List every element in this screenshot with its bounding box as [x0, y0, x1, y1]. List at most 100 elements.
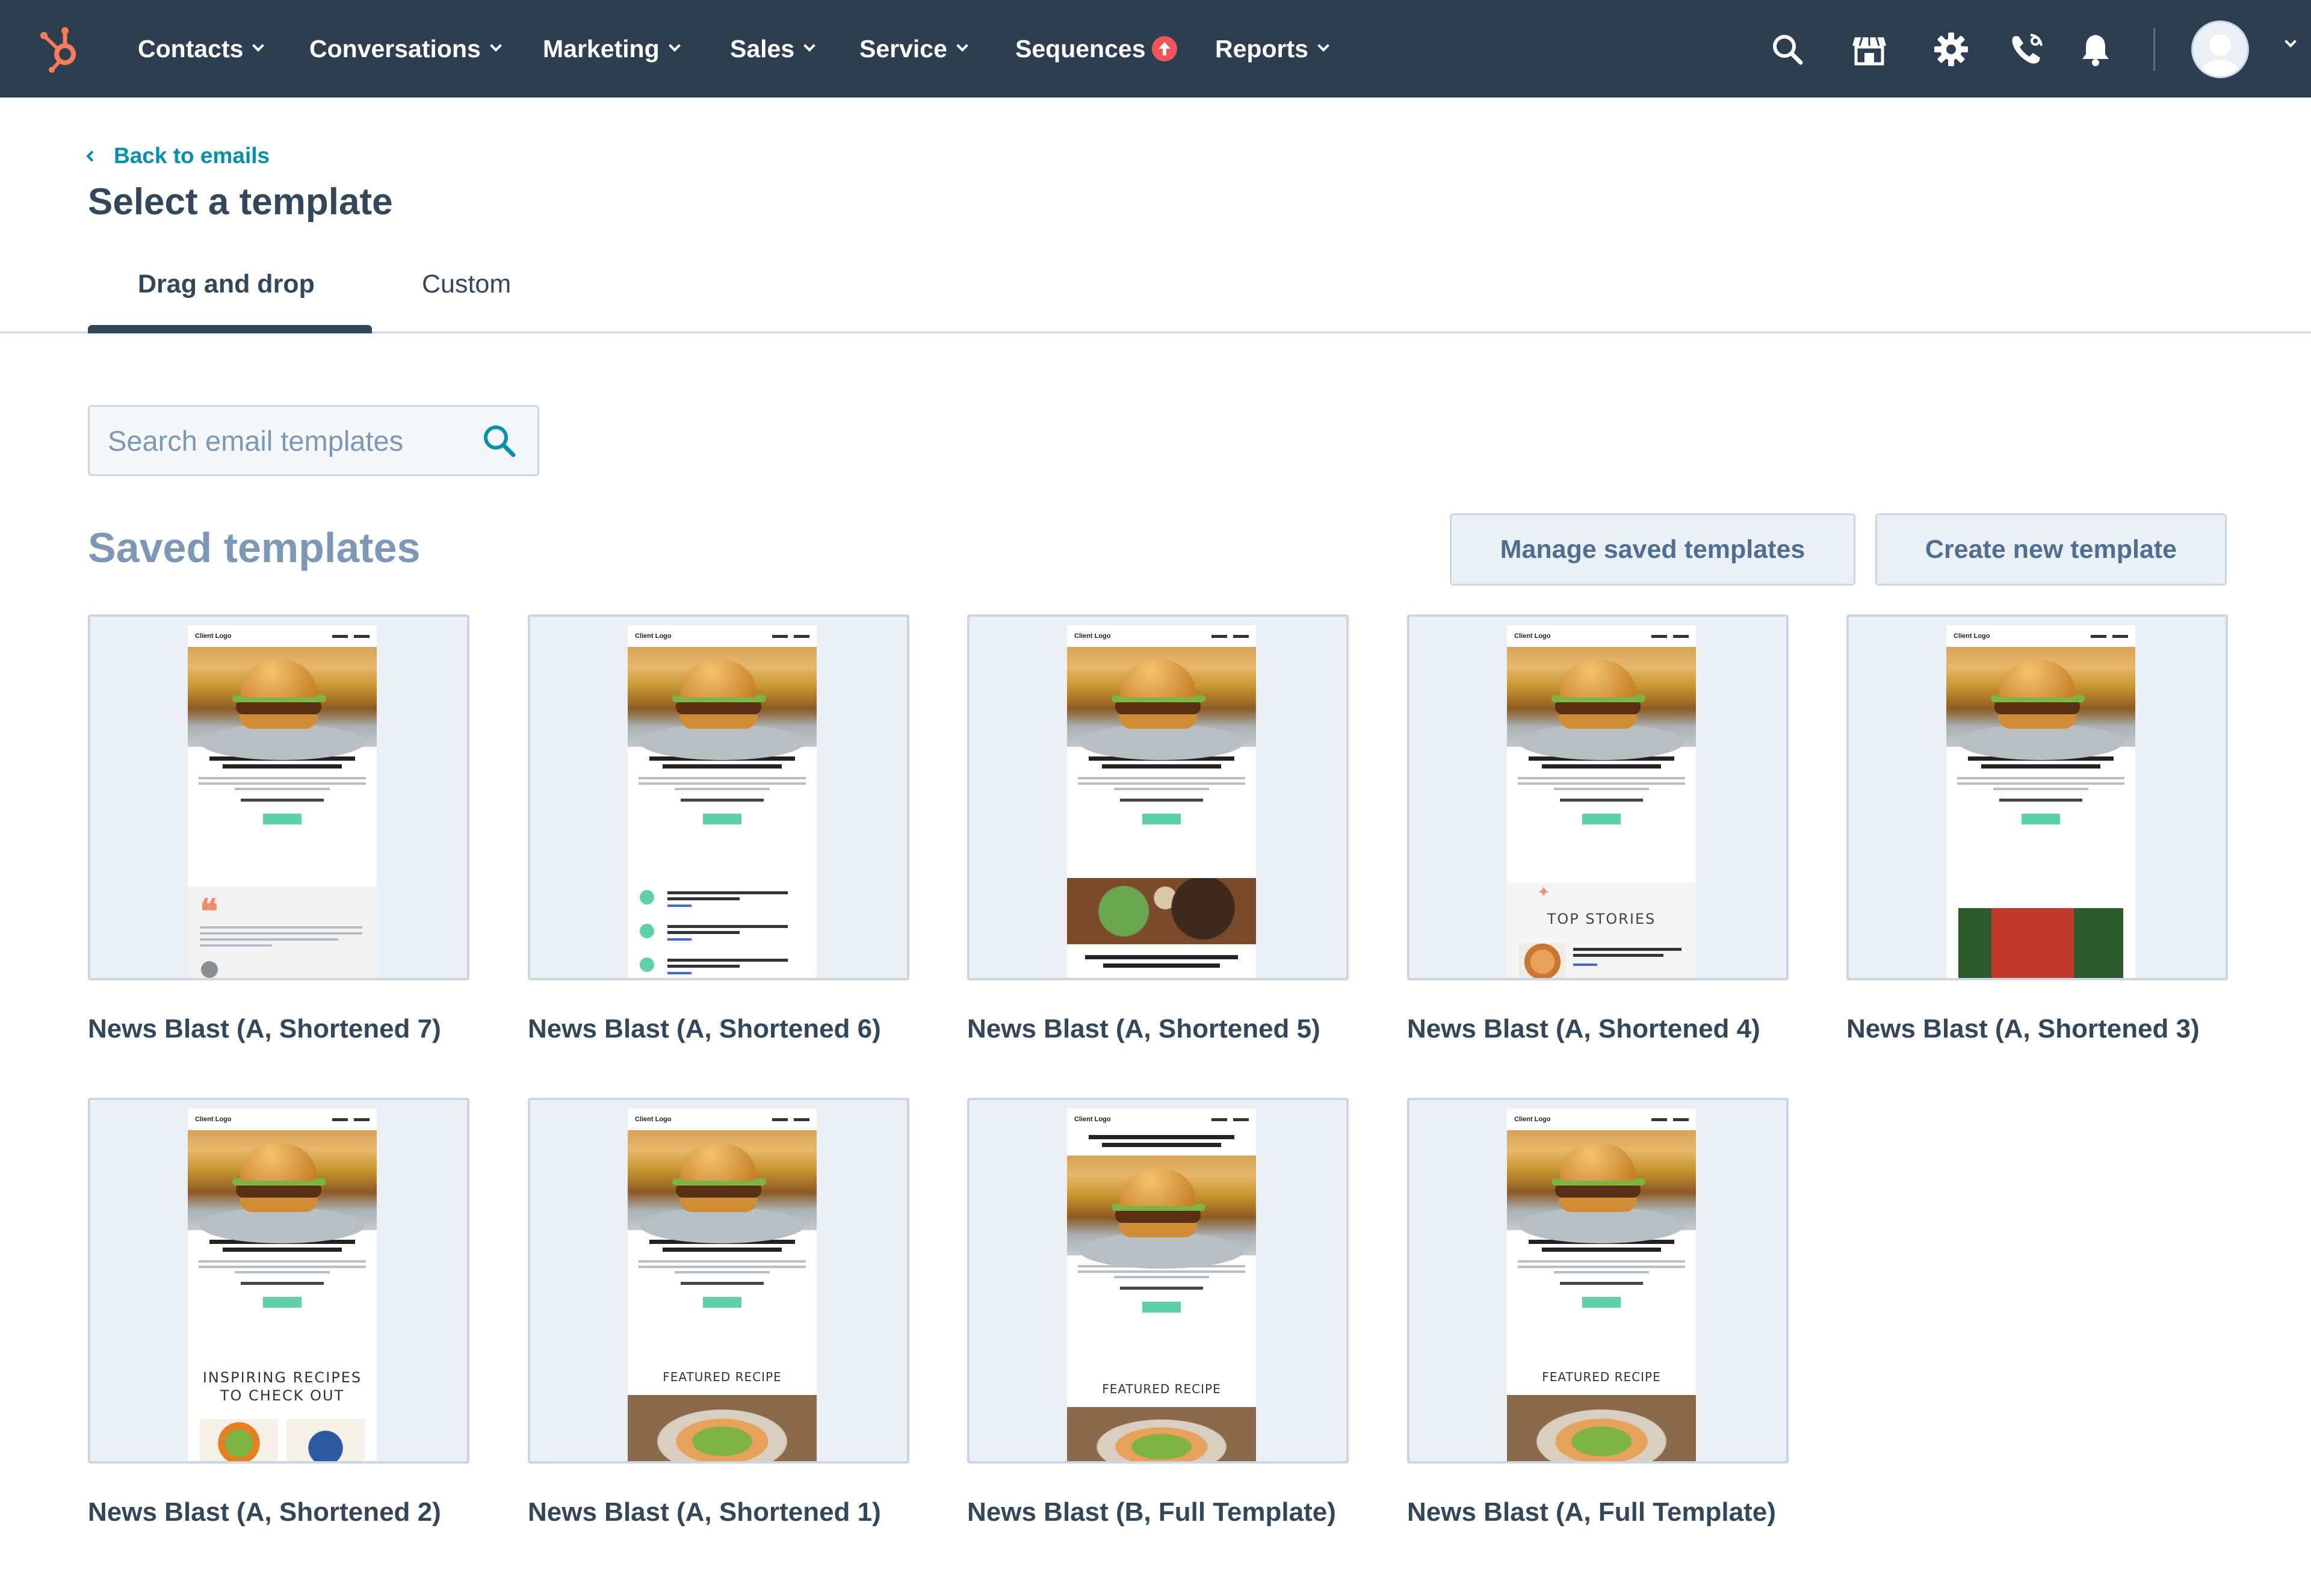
template-card[interactable]: Client Logo ❝ News Blast (A, Shortened 7… — [88, 614, 469, 1044]
chevron-down-icon[interactable] — [2285, 36, 2297, 48]
nav-service[interactable]: Service — [859, 0, 968, 97]
upgrade-arrow-icon — [1151, 36, 1177, 61]
burger-photo — [1507, 1130, 1696, 1243]
salad-photo — [1507, 1395, 1696, 1461]
recipe-photo — [286, 1419, 365, 1461]
nav-conversations[interactable]: Conversations — [309, 0, 502, 97]
nav-label: Service — [859, 34, 947, 63]
template-card[interactable]: Client Logo ✦ TOP STORIES News Blast (A,… — [1407, 614, 1789, 1044]
hubspot-logo-icon[interactable] — [34, 22, 88, 76]
template-name: News Blast (A, Shortened 6) — [528, 1014, 881, 1044]
template-thumbnail: Client Logo — [967, 614, 1349, 980]
template-thumbnail: Client Logo ❝ — [88, 614, 469, 980]
burger-photo — [1067, 1155, 1256, 1269]
template-thumbnail: Client Logo — [528, 614, 909, 980]
template-card[interactable]: Client Logo News Blast (A, Shortened 6) — [528, 614, 909, 1044]
search-icon[interactable] — [1769, 31, 1805, 67]
client-logo-text: Client Logo — [1514, 1116, 1551, 1123]
email-preview: Client Logo INSPIRING RECIPES TO CHECK O… — [188, 1109, 377, 1461]
client-logo-text: Client Logo — [1074, 1116, 1111, 1123]
template-card[interactable]: Client Logo FEATURED RECIPE News Blast (… — [1407, 1098, 1789, 1527]
page-title: Select a template — [88, 181, 393, 223]
quote-icon: ❝ — [200, 892, 218, 932]
client-logo-text: Client Logo — [635, 633, 672, 640]
top-stories-section: ✦ TOP STORIES — [1507, 883, 1696, 978]
story-photo — [1519, 943, 1566, 978]
saved-templates-heading: Saved templates — [88, 524, 421, 571]
template-name: News Blast (A, Shortened 5) — [967, 1014, 1320, 1044]
template-thumbnail: Client Logo INSPIRING RECIPES TO CHECK O… — [88, 1098, 469, 1464]
testimonial-section: ❝ — [188, 886, 377, 978]
nav-sequences[interactable]: Sequences — [1015, 0, 1177, 97]
burger-photo — [628, 647, 817, 760]
client-logo-text: Client Logo — [195, 1116, 232, 1123]
burger-photo — [1946, 647, 2135, 760]
burger-photo — [628, 1130, 817, 1243]
settings-gear-icon[interactable] — [1933, 31, 1969, 67]
template-name: News Blast (A, Shortened 1) — [528, 1497, 881, 1527]
email-preview: Client Logo — [1067, 625, 1256, 978]
nav-label: Contacts — [138, 34, 244, 63]
nav-label: Marketing — [543, 34, 660, 63]
marketplace-icon[interactable] — [1851, 31, 1887, 67]
product-photo — [1958, 908, 2123, 978]
list-section — [628, 890, 817, 978]
email-preview: Client Logo FEATURED RECIPE — [1507, 1109, 1696, 1461]
featured-recipe-heading: FEATURED RECIPE — [1102, 1382, 1221, 1396]
search-icon[interactable] — [480, 421, 519, 461]
template-card[interactable]: Client Logo FEATURED RECIPE News Blast (… — [528, 1098, 909, 1527]
template-card[interactable]: Client Logo News Blast (A, Shortened 3) — [1846, 614, 2228, 1044]
nav-divider — [2153, 28, 2155, 71]
recipe-photo — [200, 1419, 278, 1461]
email-preview: Client Logo — [628, 625, 817, 978]
burger-photo — [1507, 647, 1696, 760]
notifications-bell-icon[interactable] — [2077, 31, 2114, 67]
client-logo-text: Client Logo — [1074, 633, 1111, 640]
search-input[interactable] — [108, 419, 469, 462]
featured-recipe-heading: FEATURED RECIPE — [663, 1370, 782, 1384]
nav-contacts[interactable]: Contacts — [138, 0, 265, 97]
tab-drag-and-drop[interactable]: Drag and drop — [138, 270, 315, 299]
chevron-down-icon — [668, 40, 681, 52]
top-navigation: Contacts Conversations Marketing Sales S… — [0, 0, 2311, 97]
nav-marketing[interactable]: Marketing — [543, 0, 681, 97]
nav-label: Conversations — [309, 34, 481, 63]
client-logo-text: Client Logo — [1514, 633, 1551, 640]
salad-photo — [1067, 1407, 1256, 1461]
chevron-down-icon — [489, 40, 502, 52]
template-name: News Blast (A, Full Template) — [1407, 1497, 1776, 1527]
template-tabs: Drag and drop Custom — [0, 252, 2311, 333]
chevron-left-icon — [86, 150, 97, 162]
burger-photo — [188, 1130, 377, 1243]
client-logo-text: Client Logo — [1954, 633, 1990, 640]
inspiring-heading-line1: INSPIRING RECIPES — [202, 1369, 362, 1386]
chevron-down-icon — [1317, 40, 1329, 52]
food-photo — [1067, 878, 1256, 944]
sparkle-icon: ✦ — [1537, 883, 1550, 901]
template-name: News Blast (A, Shortened 4) — [1407, 1014, 1760, 1044]
calling-icon[interactable] — [2009, 31, 2045, 67]
manage-saved-templates-button[interactable]: Manage saved templates — [1450, 513, 1855, 586]
burger-photo — [188, 647, 377, 760]
client-logo-text: Client Logo — [195, 633, 232, 640]
template-name: News Blast (A, Shortened 2) — [88, 1497, 441, 1527]
template-thumbnail: Client Logo FEATURED RECIPE — [528, 1098, 909, 1464]
template-card[interactable]: Client Logo News Blast (A, Shortened 5) — [967, 614, 1349, 1044]
nav-reports[interactable]: Reports — [1215, 0, 1329, 97]
avatar — [201, 961, 218, 978]
template-card[interactable]: Client Logo INSPIRING RECIPES TO CHECK O… — [88, 1098, 469, 1527]
chevron-down-icon — [956, 40, 968, 52]
template-card[interactable]: Client Logo FEATURED RECIPE News Blast (… — [967, 1098, 1349, 1527]
back-link-label: Back to emails — [114, 143, 270, 168]
nav-sales[interactable]: Sales — [730, 0, 816, 97]
user-avatar[interactable] — [2191, 20, 2249, 78]
template-name: News Blast (A, Shortened 7) — [88, 1014, 441, 1044]
create-new-template-button[interactable]: Create new template — [1875, 513, 2227, 586]
back-to-emails-link[interactable]: Back to emails — [86, 143, 270, 169]
template-thumbnail: Client Logo ✦ TOP STORIES — [1407, 614, 1789, 980]
featured-recipe-heading: FEATURED RECIPE — [1542, 1370, 1661, 1384]
template-name: News Blast (A, Shortened 3) — [1846, 1014, 2200, 1044]
tab-custom[interactable]: Custom — [422, 270, 511, 299]
search-templates-box — [88, 405, 539, 476]
chevron-down-icon — [803, 40, 816, 52]
